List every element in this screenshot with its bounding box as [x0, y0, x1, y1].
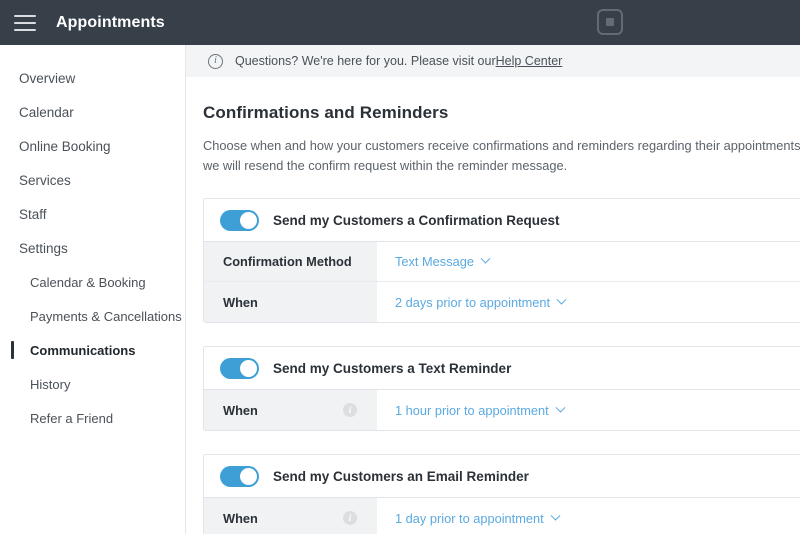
setting-row-value-cell: 1 hour prior to appointment [377, 390, 800, 430]
dropdown-when[interactable]: 1 day prior to appointment [395, 510, 561, 526]
setting-row-label-cell: When [204, 282, 377, 322]
page-description: Choose when and how your customers recei… [203, 138, 800, 173]
settings-cards: Send my Customers a Confirmation Request… [186, 198, 800, 534]
setting-row-label: When [223, 294, 258, 310]
sidebar-item-communications[interactable]: Communications [0, 333, 185, 367]
square-logo-inner [606, 18, 614, 26]
info-icon[interactable]: i [343, 511, 357, 525]
sidebar-item-label: Settings [19, 240, 68, 256]
dropdown-value: 1 day prior to appointment [395, 510, 544, 526]
sidebar-item-label: Online Booking [19, 138, 111, 154]
card-header: Send my Customers a Confirmation Request [204, 199, 800, 242]
sidebar-item-label: Calendar & Booking [30, 274, 146, 290]
dropdown-confirmation-method[interactable]: Text Message [395, 253, 491, 269]
page-title: Confirmations and Reminders [203, 103, 449, 122]
sidebar-item-label: Overview [19, 70, 76, 86]
card-title: Send my Customers an Email Reminder [273, 468, 529, 484]
dropdown-when[interactable]: 2 days prior to appointment [395, 294, 567, 310]
card-header: Send my Customers an Email Reminder [204, 455, 800, 498]
help-banner: i Questions? We're here for you. Please … [186, 45, 800, 78]
sidebar-item-label: History [30, 376, 71, 392]
toggle-knob [240, 467, 257, 485]
toggle-switch[interactable] [220, 357, 259, 379]
sidebar-item-overview[interactable]: Overview [0, 61, 185, 95]
info-icon[interactable]: i [343, 403, 357, 417]
chevron-down-icon [480, 253, 491, 264]
help-banner-text: Questions? We're here for you. Please vi… [235, 54, 496, 68]
sidebar-item-online-booking[interactable]: Online Booking [0, 129, 185, 163]
setting-card: Send my Customers a Text Reminder When i 1 … [203, 346, 800, 431]
setting-row-label: When [223, 402, 258, 418]
help-center-link[interactable]: Help Center [496, 54, 563, 68]
chevron-down-icon [556, 294, 567, 305]
setting-row-label: When [223, 510, 258, 526]
hamburger-line [14, 14, 36, 17]
sidebar-item-label: Payments & Cancellations [30, 308, 182, 324]
sidebar-nav: Overview Calendar Online Booking Services St… [0, 45, 186, 534]
sidebar-item-services[interactable]: Services [0, 163, 185, 197]
setting-row-value-cell: Text Message [377, 242, 800, 281]
app-header: Appointments [0, 0, 800, 45]
dropdown-when[interactable]: 1 hour prior to appointment [395, 402, 566, 418]
sidebar-item-label: Refer a Friend [30, 410, 114, 426]
setting-card: Send my Customers an Email Reminder When i… [203, 454, 800, 534]
info-circle-icon: i [208, 53, 223, 69]
setting-row-value-cell: 2 days prior to appointment [377, 282, 800, 322]
setting-row: When 2 days prior to appointment [204, 282, 800, 322]
hamburger-line [14, 21, 36, 24]
setting-row: When i 1 day prior to appointment [204, 498, 800, 534]
chevron-down-icon [555, 402, 566, 413]
hamburger-line [14, 28, 36, 31]
sidebar-item-payments-cancellations[interactable]: Payments & Cancellations [0, 299, 185, 333]
sidebar-item-calendar[interactable]: Calendar [0, 95, 185, 129]
card-title: Send my Customers a Text Reminder [273, 360, 512, 376]
toggle-knob [240, 211, 257, 229]
setting-row-label: Confirmation Method [223, 254, 352, 269]
setting-row: Confirmation Method Text Message [204, 242, 800, 282]
setting-row-value-cell: 1 day prior to appointment [377, 498, 800, 534]
toggle-switch[interactable] [220, 209, 259, 231]
dropdown-value: Text Message [395, 254, 474, 269]
card-header: Send my Customers a Text Reminder [204, 347, 800, 390]
sidebar-item-staff[interactable]: Staff [0, 197, 185, 231]
sidebar-item-label: Communications [30, 342, 136, 358]
sidebar-item-refer-a-friend[interactable]: Refer a Friend [0, 401, 185, 435]
sidebar-item-label: Calendar [19, 104, 74, 120]
setting-card: Send my Customers a Confirmation Request… [203, 198, 800, 323]
sidebar-item-history[interactable]: History [0, 367, 185, 401]
sidebar-item-calendar-booking[interactable]: Calendar & Booking [0, 265, 185, 299]
sidebar-item-settings[interactable]: Settings [0, 231, 185, 265]
card-title: Send my Customers a Confirmation Request [273, 212, 560, 228]
toggle-knob [240, 359, 257, 377]
app-title: Appointments [56, 13, 165, 31]
dropdown-value: 2 days prior to appointment [395, 294, 551, 310]
sidebar-item-label: Services [19, 172, 71, 188]
main-content: i Questions? We're here for you. Please … [186, 45, 800, 534]
toggle-switch[interactable] [220, 465, 259, 487]
chevron-down-icon [550, 510, 561, 521]
sidebar-item-label: Staff [19, 206, 47, 222]
square-logo-icon [597, 9, 623, 35]
hamburger-icon[interactable] [14, 14, 36, 31]
setting-row: When i 1 hour prior to appointment [204, 390, 800, 430]
setting-row-label-cell: Confirmation Method [204, 242, 377, 281]
setting-row-label-cell: When i [204, 498, 377, 534]
page-shell: Overview Calendar Online Booking Services St… [0, 45, 800, 534]
dropdown-value: 1 hour prior to appointment [395, 402, 549, 418]
setting-row-label-cell: When i [204, 390, 377, 430]
